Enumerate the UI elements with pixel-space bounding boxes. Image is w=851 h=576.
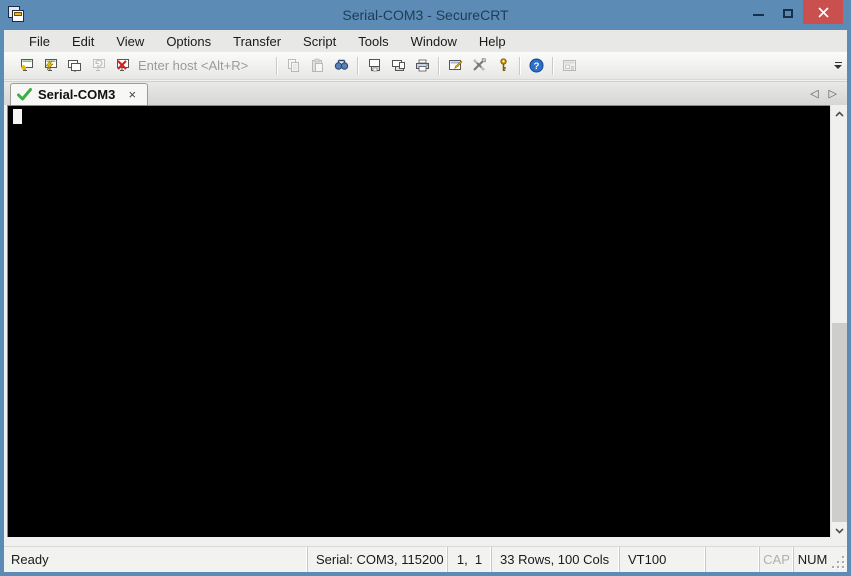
connect-in-tab-button[interactable]: [62, 55, 86, 77]
host-input[interactable]: [138, 55, 268, 76]
menu-edit[interactable]: Edit: [61, 32, 105, 51]
disconnect-button[interactable]: [110, 55, 134, 77]
title-bar: Serial-COM3 - SecureCRT: [0, 0, 851, 30]
menu-tools[interactable]: Tools: [347, 32, 399, 51]
connected-check-icon: [17, 88, 32, 101]
menu-file[interactable]: File: [18, 32, 61, 51]
print-button[interactable]: [410, 55, 434, 77]
file-transfer-button[interactable]: a: [557, 55, 581, 77]
tab-label: Serial-COM3: [38, 87, 116, 102]
help-icon: ?: [529, 58, 543, 73]
window-controls: [743, 0, 843, 24]
terminal-area: [4, 105, 847, 542]
menu-help[interactable]: Help: [468, 32, 517, 51]
chevron-down-icon: [834, 527, 844, 534]
toolbar-separator: [552, 56, 553, 75]
toolbar-separator: [438, 56, 439, 75]
raw-log-icon: [391, 60, 405, 71]
print-icon: [415, 59, 429, 72]
paste-icon: [311, 58, 323, 72]
maximize-icon: [783, 8, 793, 18]
tab-serial-com3[interactable]: Serial-COM3 ×: [10, 83, 149, 105]
scrollbar-thumb[interactable]: [832, 323, 847, 522]
agent-keys-icon: [499, 58, 507, 71]
toolbar-separator: [357, 56, 358, 75]
tab-close-icon[interactable]: ×: [125, 87, 139, 102]
terminal-screen[interactable]: [7, 105, 830, 537]
scroll-up-button[interactable]: [831, 105, 847, 122]
toolbar-separator: [519, 56, 520, 75]
session-options-icon: [448, 60, 462, 70]
connect-button[interactable]: [14, 55, 38, 77]
window-title: Serial-COM3 - SecureCRT: [342, 7, 509, 23]
menu-options[interactable]: Options: [155, 32, 222, 51]
menu-view[interactable]: View: [105, 32, 155, 51]
chevron-up-icon: [834, 110, 844, 117]
resize-grip[interactable]: [831, 547, 847, 572]
file-transfer-icon: a: [562, 60, 576, 72]
toolbar-overflow-button[interactable]: [831, 55, 845, 77]
reconnect-button[interactable]: [86, 55, 110, 77]
help-button[interactable]: ?: [524, 55, 548, 77]
status-connection: Serial: COM3, 115200: [307, 547, 447, 572]
svg-text:?: ?: [533, 61, 539, 72]
close-button[interactable]: [803, 0, 843, 24]
quick-connect-button[interactable]: [38, 55, 62, 77]
window-body: File Edit View Options Transfer Script T…: [4, 30, 847, 572]
copy-button[interactable]: [281, 55, 305, 77]
status-bar: Ready Serial: COM3, 115200 1, 1 33 Rows,…: [4, 546, 847, 572]
minimize-icon: [752, 14, 764, 16]
agent-keys-button[interactable]: [491, 55, 515, 77]
scroll-down-button[interactable]: [831, 522, 847, 539]
toolbar: ? a: [4, 52, 847, 80]
menu-window[interactable]: Window: [400, 32, 468, 51]
terminal-cursor: [13, 109, 22, 124]
disconnect-icon: [116, 59, 129, 71]
securecrt-window: Serial-COM3 - SecureCRT File Edit View O…: [0, 0, 851, 576]
tab-scroll-right-icon[interactable]: ▷: [829, 87, 837, 100]
status-cursor-position: 1, 1: [447, 547, 491, 572]
keymap-editor-button[interactable]: [467, 55, 491, 77]
tab-scroll-controls: ◁ ▷: [810, 82, 847, 105]
session-options-button[interactable]: [443, 55, 467, 77]
tab-bar: Serial-COM3 × ◁ ▷: [4, 81, 847, 105]
maximize-button[interactable]: [773, 0, 803, 24]
find-icon: [334, 59, 348, 70]
quick-connect-icon: [44, 59, 57, 71]
close-icon: [817, 6, 829, 18]
toolbar-separator: [276, 56, 277, 75]
raw-log-button[interactable]: [386, 55, 410, 77]
vertical-scrollbar[interactable]: [830, 105, 847, 539]
status-caps-lock: CAP: [759, 547, 793, 572]
log-session-icon: [368, 59, 380, 72]
copy-icon: [287, 59, 299, 72]
status-terminal-size: 33 Rows, 100 Cols: [491, 547, 619, 572]
minimize-button[interactable]: [743, 0, 773, 24]
menu-bar: File Edit View Options Transfer Script T…: [4, 30, 847, 52]
paste-button[interactable]: [305, 55, 329, 77]
find-button[interactable]: [329, 55, 353, 77]
app-icon[interactable]: [8, 6, 26, 24]
tab-scroll-left-icon[interactable]: ◁: [810, 87, 818, 100]
status-ready: Ready: [11, 552, 49, 567]
toolbar-overflow-icon: [834, 62, 842, 63]
menu-transfer[interactable]: Transfer: [222, 32, 292, 51]
status-emulation: VT100: [619, 547, 705, 572]
menu-script[interactable]: Script: [292, 32, 347, 51]
keymap-editor-icon: [472, 58, 485, 71]
log-session-button[interactable]: [362, 55, 386, 77]
status-num-lock: NUM: [793, 547, 831, 572]
connect-icon: [20, 59, 33, 71]
reconnect-icon: [92, 59, 105, 71]
connect-in-tab-icon: [67, 60, 81, 72]
status-blank: [705, 547, 759, 572]
